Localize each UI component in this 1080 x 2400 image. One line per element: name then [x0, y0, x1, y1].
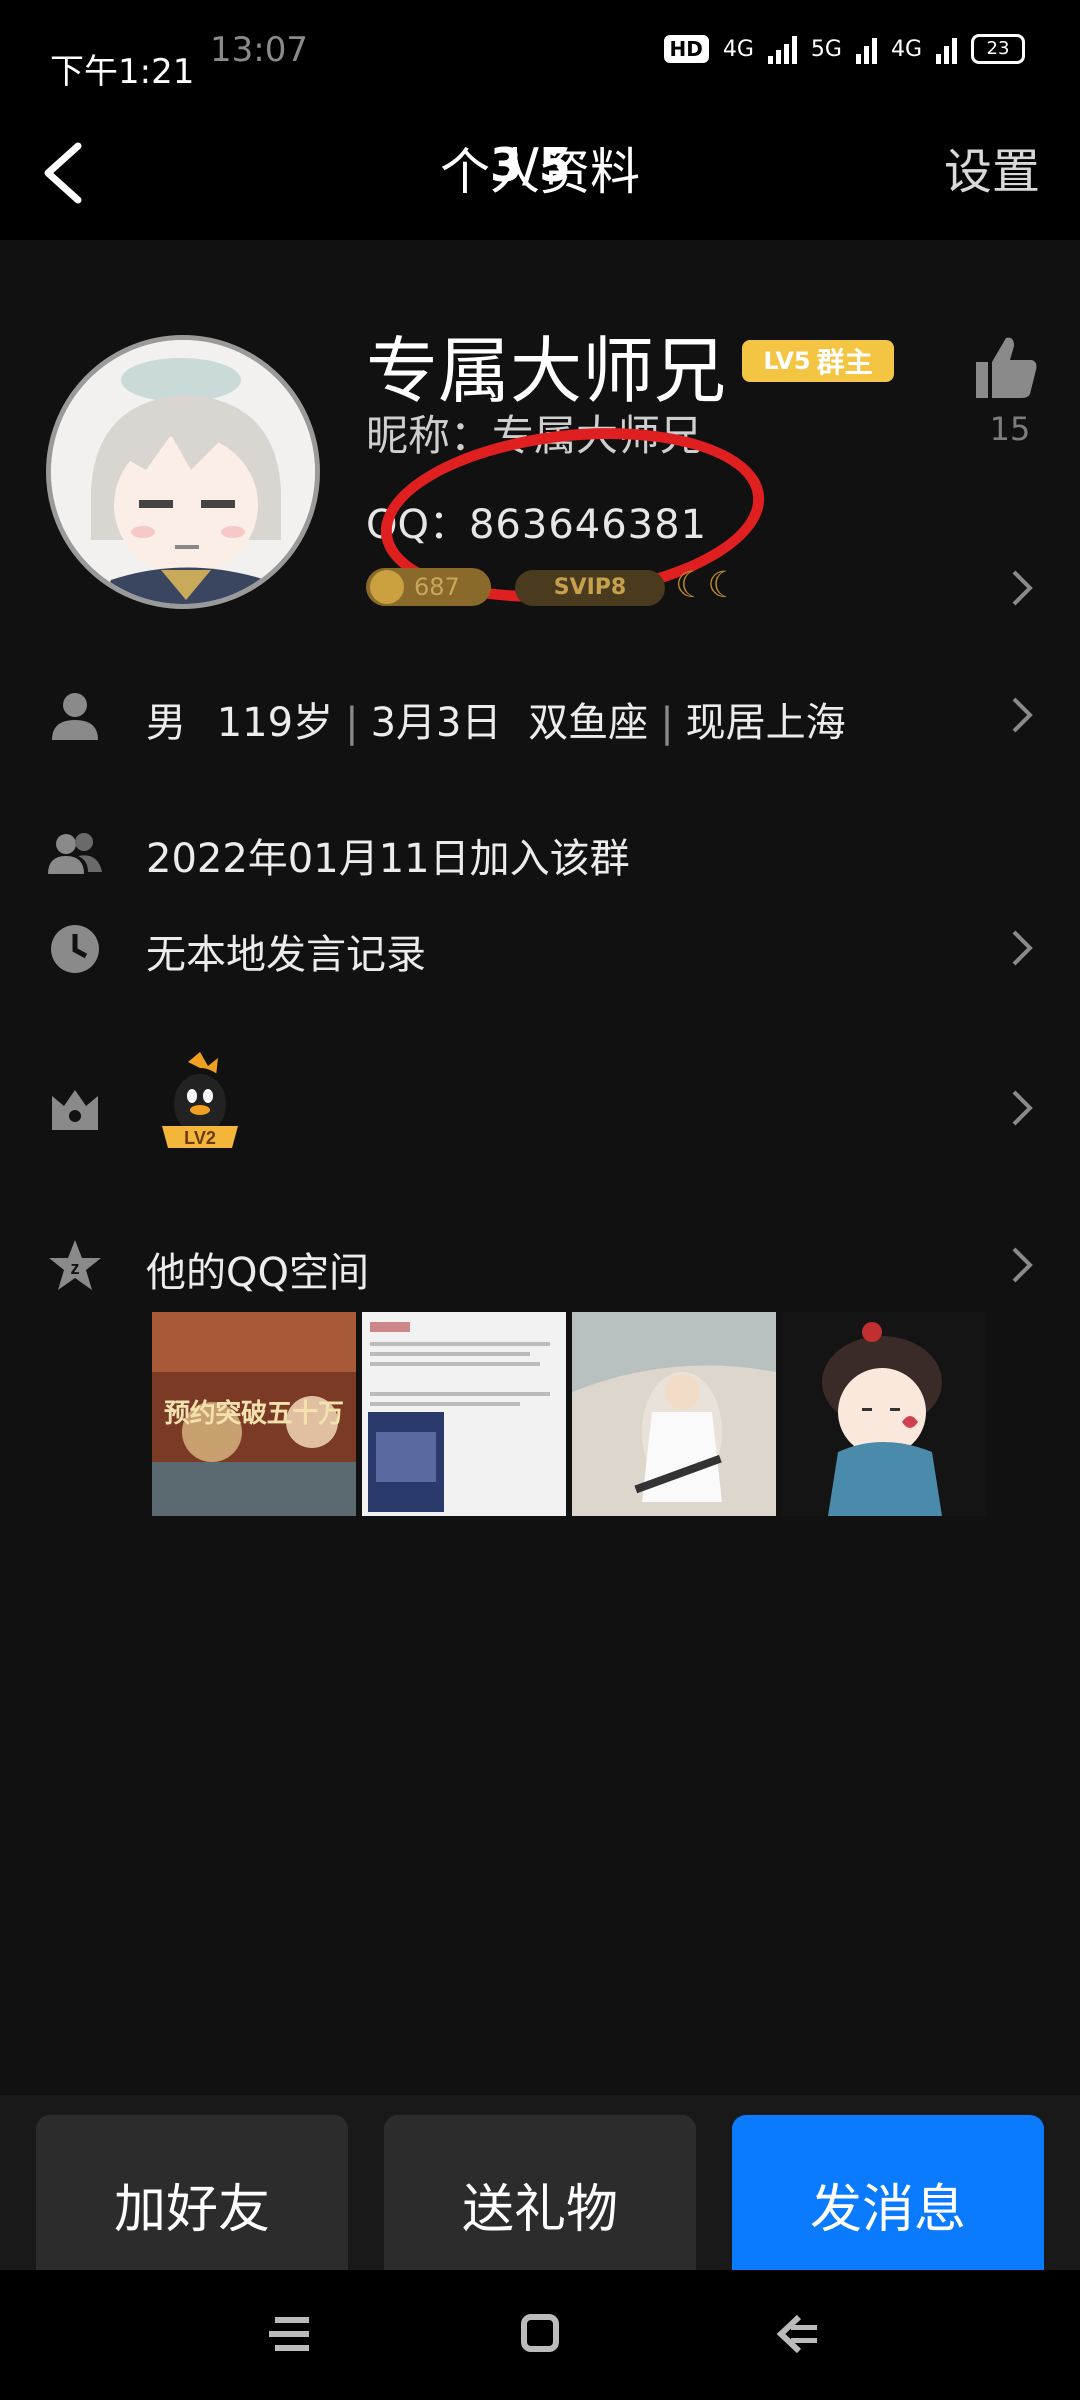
speech-record-row[interactable]: 无本地发言记录: [146, 922, 426, 980]
group-level-icon[interactable]: LV2: [158, 1052, 242, 1152]
chevron-right-icon[interactable]: [1010, 928, 1034, 968]
settings-button[interactable]: 设置: [944, 132, 1040, 202]
age: 119岁: [216, 700, 334, 746]
badge-role: 群主: [816, 346, 873, 379]
signal-icon-2: [855, 34, 877, 64]
qzone-photo-2[interactable]: [362, 1312, 566, 1516]
qzone-row[interactable]: 他的QQ空间: [146, 1240, 369, 1298]
signal-icon: [767, 34, 797, 64]
avatar[interactable]: [46, 335, 320, 609]
group-icon: [48, 833, 102, 874]
menu-icon[interactable]: [265, 2313, 315, 2355]
basic-info-row[interactable]: 男 119岁 | 3月3日 双鱼座 | 现居上海: [146, 690, 846, 748]
chevron-right-icon[interactable]: [1010, 695, 1034, 735]
gender: 男: [146, 700, 186, 746]
like-count: 15: [989, 410, 1031, 448]
back-nav-icon[interactable]: [775, 2313, 821, 2355]
network-label-3: 4G: [890, 36, 922, 62]
crown-badge-icon: [52, 1090, 98, 1130]
status-ghost-time: 13:07: [210, 30, 308, 70]
group-owner-badge: LV5 群主: [742, 340, 894, 382]
person-icon: [52, 693, 98, 740]
qzone-photo-4[interactable]: [782, 1312, 986, 1516]
status-indicators: HD 4G 5G 4G 23: [663, 34, 1025, 64]
svg-text:z: z: [71, 1258, 80, 1278]
signal-icon-3: [936, 34, 957, 64]
photo-1-text: 预约突破五十万: [164, 1398, 344, 1428]
clock-icon: [51, 925, 99, 973]
chevron-right-icon[interactable]: [1010, 1245, 1034, 1285]
badge-level: LV5: [763, 347, 811, 375]
battery-icon: 23: [971, 34, 1025, 64]
home-icon[interactable]: [520, 2313, 560, 2353]
chevron-right-icon[interactable]: [1010, 1088, 1034, 1128]
send-gift-button[interactable]: 送礼物: [384, 2115, 696, 2293]
avatar-illustration: [51, 340, 315, 604]
joined-group-date: 2022年01月11日加入该群: [146, 836, 630, 882]
zodiac: 双鱼座: [528, 700, 649, 746]
group-level-text: LV2: [184, 1128, 216, 1148]
thumbs-up-icon[interactable]: [970, 332, 1042, 404]
qzone-photo-3[interactable]: [572, 1312, 776, 1516]
svip-tag: SVIP8: [515, 570, 665, 606]
send-message-button[interactable]: 发消息: [732, 2115, 1044, 2293]
status-time: 下午1:21: [50, 52, 195, 92]
add-friend-button[interactable]: 加好友: [36, 2115, 348, 2293]
network-label-1: 4G: [722, 36, 754, 62]
moon-icons: ☾☾: [675, 565, 740, 606]
qzone-photo-1[interactable]: 预约突破五十万: [152, 1312, 356, 1516]
qzone-star-icon: z: [49, 1240, 101, 1290]
hd-badge: HD: [663, 35, 709, 63]
chevron-right-icon[interactable]: [1010, 568, 1034, 608]
network-label-2: 5G: [810, 36, 842, 62]
location: 现居上海: [685, 700, 846, 746]
birthday: 3月3日: [370, 700, 502, 746]
coin-icon: [370, 570, 404, 604]
page-indicator: 3/5: [490, 138, 571, 192]
